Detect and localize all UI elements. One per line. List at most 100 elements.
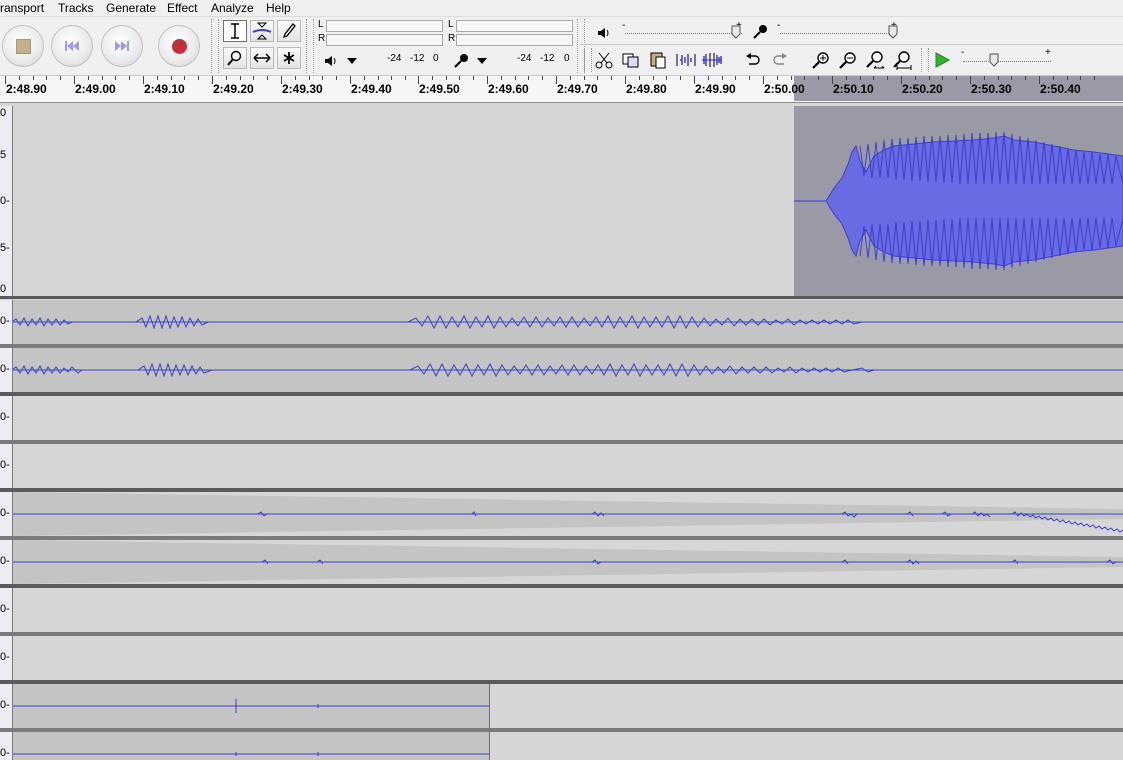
silence-icon — [702, 53, 722, 67]
redo-button[interactable] — [769, 49, 791, 71]
toolbar-grip[interactable] — [921, 48, 929, 72]
ruler-minor-tick — [240, 76, 241, 80]
skip-start-icon — [65, 41, 79, 51]
track-6-left-vertical-ruler[interactable]: 0- — [0, 684, 13, 728]
fit-project-icon — [893, 51, 912, 70]
ruler-minor-tick — [46, 76, 47, 80]
play-meter-left[interactable] — [326, 20, 443, 32]
silence-button[interactable] — [701, 49, 723, 71]
draw-tool-button[interactable] — [277, 20, 301, 42]
track-4-left-vertical-ruler[interactable]: 0- — [0, 492, 13, 536]
record-meter-left[interactable] — [456, 20, 573, 32]
track-5-left-area[interactable] — [12, 588, 1123, 632]
track-4-right-vertical-ruler[interactable]: 0- — [0, 540, 13, 584]
paste-button[interactable] — [647, 49, 669, 71]
ruler-minor-tick — [115, 76, 116, 80]
record-meter-right[interactable] — [456, 34, 573, 46]
dropdown-arrow-icon — [477, 58, 487, 64]
stop-button[interactable] — [2, 25, 44, 67]
play-speed-slider-track[interactable] — [963, 59, 1051, 62]
track-1-tick: 0 — [0, 283, 7, 295]
record-meter-mic-icon[interactable] — [450, 50, 472, 72]
menu-transport[interactable]: ransport — [0, 0, 44, 16]
toolbar-grip[interactable] — [211, 19, 219, 73]
track-3-right-channel[interactable]: 0- — [0, 444, 1123, 488]
multi-tool-button[interactable] — [277, 47, 301, 69]
track-5-right-channel[interactable]: 0- — [0, 636, 1123, 680]
ruler-minor-tick — [1053, 76, 1054, 80]
fit-project-button[interactable] — [891, 49, 913, 71]
record-volume-slider-track[interactable] — [780, 31, 897, 34]
track-1[interactable]: 0 5 0- 5- 0 — [0, 106, 1123, 296]
track-3-left-channel[interactable]: 0- — [0, 396, 1123, 440]
playback-volume-slider-thumb[interactable] — [731, 25, 741, 39]
undo-button[interactable] — [742, 49, 764, 71]
timeshift-tool-button[interactable] — [250, 47, 274, 69]
record-button[interactable] — [158, 25, 200, 67]
track-2-right-channel[interactable]: 0- — [0, 348, 1123, 392]
record-volume-slider-thumb[interactable] — [888, 25, 898, 39]
track-6-left-channel[interactable]: 0- — [0, 684, 1123, 728]
record-meter-menu-button[interactable] — [471, 50, 493, 72]
track-panel[interactable]: 0 5 0- 5- 0 0- 0- 0- 0- 0- 0- 0- 0- 0- 0… — [0, 103, 1123, 760]
play-meter-right[interactable] — [326, 34, 443, 46]
ruler-minor-tick — [336, 76, 337, 80]
zoom-out-button[interactable] — [837, 49, 859, 71]
play-speed-slider-thumb[interactable] — [989, 53, 999, 67]
menu-effect[interactable]: Effect — [167, 0, 197, 16]
track-5-right-vertical-ruler[interactable]: 0- — [0, 636, 13, 680]
track-2-right-vertical-ruler[interactable]: 0- — [0, 348, 13, 392]
zoom-in-button[interactable] — [810, 49, 832, 71]
toolbar-grip[interactable] — [306, 19, 314, 73]
zoom-tool-button[interactable] — [223, 47, 247, 69]
track-4-left-channel[interactable]: 0- — [0, 492, 1123, 536]
track-6-right-channel[interactable]: 0- — [0, 732, 1123, 760]
envelope-tool-button[interactable] — [250, 20, 274, 42]
track-6-right-vertical-ruler[interactable]: 0- — [0, 732, 13, 760]
track-separator[interactable] — [0, 296, 1123, 299]
trim-button[interactable] — [675, 49, 697, 71]
selection-tool-button[interactable] — [223, 20, 247, 42]
track-5-left-vertical-ruler[interactable]: 0- — [0, 588, 13, 632]
skip-to-start-button[interactable] — [51, 25, 93, 67]
track-4-right-channel[interactable]: 0- — [0, 540, 1123, 584]
ruler-minor-tick — [1067, 76, 1068, 80]
play-meter-menu-button[interactable] — [341, 50, 363, 72]
play-meter-speaker-icon[interactable] — [320, 50, 342, 72]
ruler-minor-tick — [198, 76, 199, 80]
skip-to-end-button[interactable] — [101, 25, 143, 67]
timeline-ruler[interactable]: 2:48.90 2:49.00 2:49.10 2:49.20 2:49.30 2:49.… — [0, 76, 1123, 103]
cut-button[interactable] — [593, 49, 615, 71]
zero-tick: 0- — [0, 699, 10, 711]
track-5-right-area[interactable] — [12, 636, 1123, 680]
envelope-icon — [252, 22, 272, 40]
play-speed-plus: + — [1045, 47, 1051, 58]
record-meter-right-label: R — [448, 33, 456, 44]
ruler-minor-tick — [102, 76, 103, 80]
track-5-left-channel[interactable]: 0- — [0, 588, 1123, 632]
copy-button[interactable] — [620, 49, 642, 71]
play-at-speed-button[interactable] — [931, 49, 953, 71]
menu-tracks[interactable]: Tracks — [58, 0, 94, 16]
ruler-minor-tick — [515, 76, 516, 80]
track-3-left-area[interactable] — [12, 396, 1123, 440]
track-3-left-vertical-ruler[interactable]: 0- — [0, 396, 13, 440]
ruler-label: 2:49.30 — [282, 82, 323, 96]
track-2-left-vertical-ruler[interactable]: 0- — [0, 300, 13, 344]
track-2-left-channel[interactable]: 0- — [0, 300, 1123, 344]
menu-bar: ransport Tracks Generate Effect Analyze … — [0, 0, 1123, 17]
track-3-right-vertical-ruler[interactable]: 0- — [0, 444, 13, 488]
menu-generate[interactable]: Generate — [106, 0, 156, 16]
ruler-minor-tick — [88, 76, 89, 80]
fit-selection-button[interactable] — [864, 49, 886, 71]
play-icon — [935, 52, 950, 68]
playback-volume-slider-track[interactable] — [625, 31, 742, 34]
ruler-minor-tick — [432, 76, 433, 80]
play-meter-left-label: L — [318, 19, 324, 30]
fit-selection-icon — [866, 51, 885, 69]
menu-help[interactable]: Help — [266, 0, 291, 16]
menu-analyze[interactable]: Analyze — [211, 0, 254, 16]
track-1-vertical-ruler[interactable]: 0 5 0- 5- 0 — [0, 106, 13, 296]
toolbar-grip[interactable] — [584, 48, 592, 72]
track-3-right-area[interactable] — [12, 444, 1123, 488]
